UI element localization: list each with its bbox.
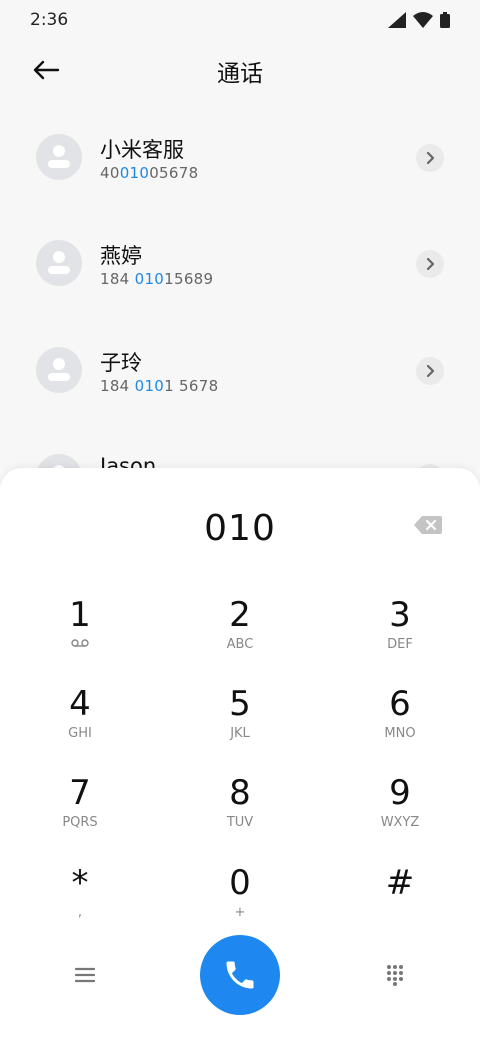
menu-button[interactable] — [70, 960, 100, 990]
contact-detail-button[interactable] — [416, 144, 444, 172]
key-digit: 1 — [69, 595, 91, 635]
contact-name: 子玲 — [100, 351, 142, 375]
key-letters: MNO — [384, 726, 416, 741]
contact-name: 燕婷 — [100, 244, 142, 268]
avatar — [36, 240, 82, 286]
call-button[interactable] — [200, 935, 280, 1015]
key-letters: ABC — [226, 637, 254, 652]
key-digit: * — [71, 863, 89, 903]
dialpad-toggle-button[interactable] — [380, 960, 410, 990]
voicemail-icon — [30, 636, 130, 654]
contact-item[interactable]: 子玲 184 0101 5678 — [0, 313, 480, 419]
key-3[interactable]: 3 DEF — [350, 596, 450, 676]
contact-name: 小米客服 — [100, 138, 184, 162]
key-digit: 9 — [389, 773, 411, 813]
chevron-right-icon — [426, 257, 435, 271]
battery-icon — [440, 12, 450, 28]
key-9[interactable]: 9 WXYZ — [350, 774, 450, 854]
key-letters: GHI — [68, 726, 92, 741]
dialer-screen: 2:36 通话 小米客服 4001005678 燕婷 184 01015689 … — [0, 0, 480, 1040]
header: 通话 — [0, 40, 480, 100]
contact-detail-button[interactable] — [416, 250, 444, 278]
person-icon — [48, 358, 70, 381]
key-6[interactable]: 6 MNO — [350, 685, 450, 765]
phone-icon — [226, 961, 254, 989]
key-digit: 8 — [229, 773, 251, 813]
contact-number: 184 01015689 — [100, 270, 214, 288]
key-digit: 7 — [69, 773, 91, 813]
key-7[interactable]: 7 PQRS — [30, 774, 130, 854]
key-letters: JKL — [230, 726, 250, 741]
status-icons — [388, 12, 450, 28]
key-digit: 4 — [69, 684, 91, 724]
signal-icon — [388, 12, 406, 28]
dialpad-icon — [387, 965, 403, 986]
contact-item[interactable]: 小米客服 4001005678 — [0, 100, 480, 206]
menu-icon — [75, 967, 95, 983]
page-title: 通话 — [217, 61, 263, 87]
contact-detail-button[interactable] — [416, 357, 444, 385]
key-digit: 6 — [389, 684, 411, 724]
backspace-icon — [414, 516, 442, 534]
status-time: 2:36 — [30, 10, 69, 30]
key-letters: , — [77, 905, 83, 920]
contact-item[interactable]: 燕婷 184 01015689 — [0, 206, 480, 312]
avatar — [36, 347, 82, 393]
dialpad-panel: 010 1 2 ABC 3 DEF 4 GHI 5 JKL 6 MNO 7 PQ… — [0, 468, 480, 1040]
key-1[interactable]: 1 — [30, 596, 130, 676]
key-digit: 5 — [229, 684, 251, 724]
key-letters: DEF — [387, 637, 413, 652]
key-letters: PQRS — [62, 815, 98, 830]
key-digit: 3 — [389, 595, 411, 635]
key-letters: WXYZ — [380, 815, 420, 830]
avatar — [36, 134, 82, 180]
chevron-right-icon — [426, 364, 435, 378]
chevron-right-icon — [426, 151, 435, 165]
key-letters: TUV — [226, 815, 254, 830]
key-8[interactable]: 8 TUV — [190, 774, 290, 854]
key-4[interactable]: 4 GHI — [30, 685, 130, 765]
key-digit: # — [385, 863, 415, 903]
key-2[interactable]: 2 ABC — [190, 596, 290, 676]
key-letters: + — [234, 905, 246, 920]
dialer-actions — [0, 932, 480, 1022]
person-icon — [48, 145, 70, 168]
key-5[interactable]: 5 JKL — [190, 685, 290, 765]
contact-number: 4001005678 — [100, 164, 199, 182]
dialed-number: 010 — [204, 508, 276, 549]
status-bar: 2:36 — [0, 0, 480, 40]
backspace-button[interactable] — [414, 516, 442, 534]
key-digit: 0 — [229, 863, 251, 903]
contact-number: 184 0101 5678 — [100, 377, 219, 395]
wifi-icon — [413, 12, 433, 28]
person-icon — [48, 251, 70, 274]
key-digit: 2 — [229, 595, 251, 635]
